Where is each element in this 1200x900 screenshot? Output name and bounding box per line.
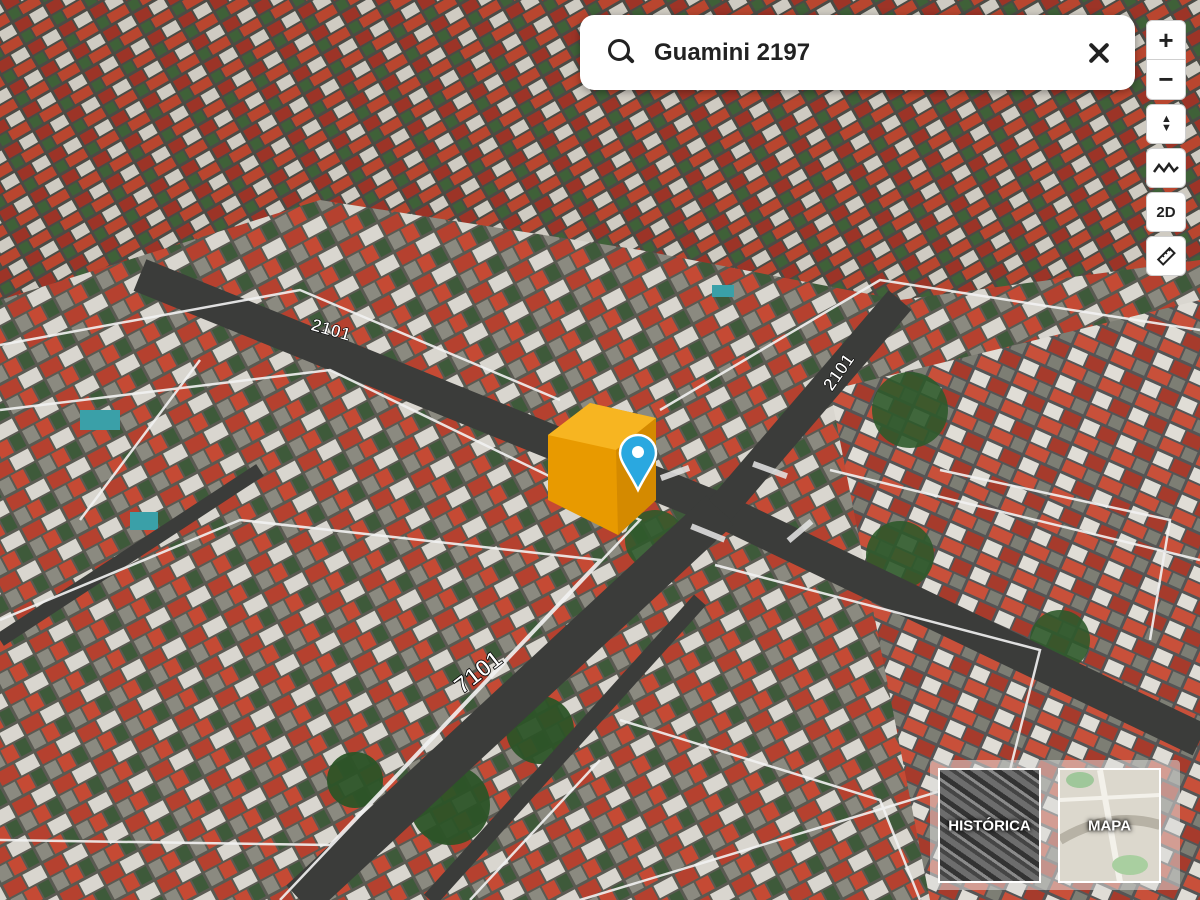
layer-map-thumbnail[interactable]: MAPA [1058,768,1161,883]
tilt-button[interactable]: ▲▼ [1146,104,1186,144]
layer-historic-thumbnail[interactable]: HISTÓRICA [938,768,1041,883]
search-bar [580,15,1135,90]
measure-button[interactable] [1146,236,1186,276]
layer-map-label: MAPA [1087,817,1132,834]
terrain-icon [1153,161,1179,174]
zoom-controls: + − [1146,20,1188,100]
zoom-out-button[interactable]: − [1146,60,1186,100]
map-toolbar: + − ▲▼ 2D [1146,20,1188,276]
minus-icon: − [1158,64,1174,94]
view-mode-label: 2D [1156,203,1176,221]
zoom-in-button[interactable]: + [1146,20,1186,60]
layer-historic-label: HISTÓRICA [948,817,1031,834]
search-input[interactable] [652,37,1076,68]
close-icon[interactable] [1084,38,1114,68]
search-icon[interactable] [606,37,638,69]
terrain-button[interactable] [1146,148,1186,188]
ruler-icon [1156,246,1176,266]
layer-switcher: HISTÓRICA MAPA [930,760,1180,890]
tilt-icon: ▲▼ [1161,113,1172,134]
plus-icon: + [1158,24,1174,55]
view-mode-2d-button[interactable]: 2D [1146,192,1186,232]
